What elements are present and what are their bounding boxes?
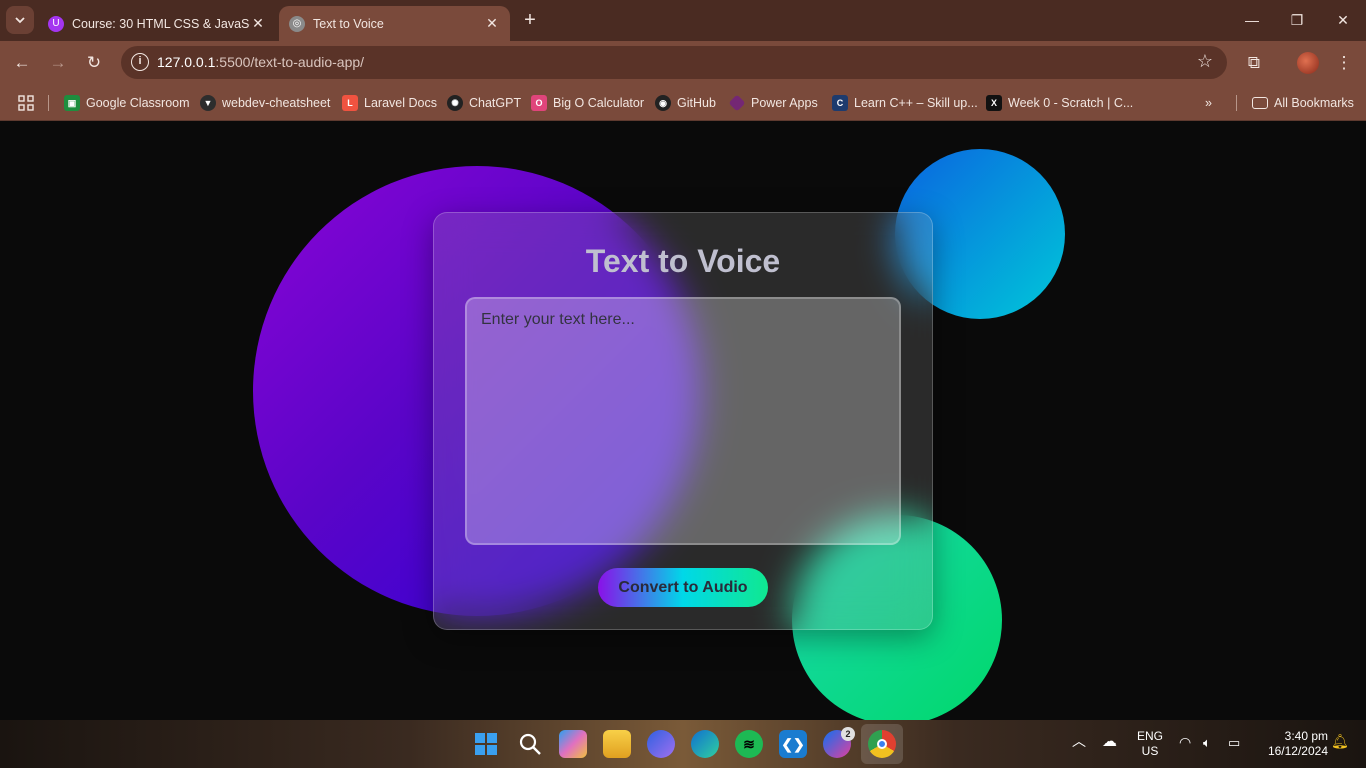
- volume-icon[interactable]: 🔈︎: [1203, 735, 1211, 750]
- tab-title: Course: 30 HTML CSS & JavaScri: [72, 16, 250, 31]
- bookmark-google-classroom[interactable]: ▣ Google Classroom: [64, 93, 190, 113]
- cs50-icon: X: [986, 95, 1002, 111]
- back-button[interactable]: ←: [8, 49, 36, 77]
- bookmark-star-icon[interactable]: ☆: [1197, 51, 1213, 72]
- address-bar[interactable]: i 127.0.0.1:5500/text-to-audio-app/ ☆: [121, 46, 1227, 79]
- clock[interactable]: 3:40 pm 16/12/2024: [1256, 729, 1328, 759]
- tab-close-icon[interactable]: ✕: [484, 15, 500, 32]
- language-label: ENG: [1136, 729, 1163, 743]
- chrome-icon[interactable]: [868, 730, 896, 758]
- cpp-icon: C: [832, 95, 848, 111]
- copilot-icon[interactable]: [559, 730, 587, 758]
- close-window-button[interactable]: ✕: [1328, 8, 1358, 32]
- wifi-icon[interactable]: ◠: [1179, 735, 1191, 750]
- tab-close-icon[interactable]: ✕: [250, 15, 266, 32]
- tab-course[interactable]: U Course: 30 HTML CSS & JavaScri ✕: [38, 6, 276, 41]
- file-explorer-icon[interactable]: [603, 730, 631, 758]
- reload-button[interactable]: ↻: [80, 49, 108, 77]
- github-icon: ◉: [655, 95, 671, 111]
- url-text[interactable]: 127.0.0.1:5500/text-to-audio-app/: [157, 54, 364, 70]
- forward-button[interactable]: →: [44, 49, 72, 77]
- apps-grid-icon[interactable]: [18, 93, 34, 113]
- webdev-icon: ▼: [200, 95, 216, 111]
- bookmark-week-0-scratch[interactable]: X Week 0 - Scratch | C...: [986, 93, 1133, 113]
- minimize-button[interactable]: —: [1237, 8, 1267, 32]
- tab-text-to-voice[interactable]: ◎ Text to Voice ✕: [279, 6, 510, 41]
- language-indicator[interactable]: ENG US: [1136, 729, 1164, 759]
- bookmark-label: Learn C++ – Skill up...: [854, 96, 978, 110]
- laravel-icon: L: [342, 95, 358, 111]
- tab-strip: U Course: 30 HTML CSS & JavaScri ✕ ◎ Tex…: [0, 0, 1366, 41]
- bookmark-label: Big O Calculator: [553, 96, 645, 110]
- clock-date: 16/12/2024: [1267, 744, 1328, 758]
- restore-button[interactable]: ❐: [1282, 8, 1312, 32]
- spotify-icon[interactable]: ≋: [735, 730, 763, 758]
- all-bookmarks-button[interactable]: All Bookmarks: [1252, 93, 1354, 113]
- chevron-down-icon: [15, 17, 25, 24]
- edge-icon[interactable]: [691, 730, 719, 758]
- messenger-badge: 2: [841, 727, 855, 741]
- notification-bell-icon[interactable]: 🔔︎: [1331, 734, 1349, 749]
- big-o-icon: O: [531, 95, 547, 111]
- search-icon[interactable]: [516, 730, 544, 758]
- app-title: Text to Voice: [585, 243, 781, 279]
- menu-icon[interactable]: ⋮: [1330, 49, 1358, 77]
- browser-toolbar: ← → ↻ i 127.0.0.1:5500/text-to-audio-app…: [0, 41, 1366, 85]
- onedrive-cloud-icon[interactable]: ☁: [1102, 734, 1117, 749]
- extensions-icon[interactable]: ⧉: [1240, 49, 1268, 77]
- convert-to-audio-button[interactable]: Convert to Audio: [598, 568, 768, 607]
- photos-icon[interactable]: [647, 730, 675, 758]
- bookmark-learn-cpp[interactable]: C Learn C++ – Skill up...: [832, 93, 978, 113]
- bookmark-laravel-docs[interactable]: L Laravel Docs: [342, 93, 437, 113]
- bookmark-label: Week 0 - Scratch | C...: [1008, 96, 1134, 110]
- bookmarks-divider: [1236, 95, 1237, 111]
- power-apps-icon: [728, 94, 746, 112]
- show-hidden-icons-chevron-icon[interactable]: ︿: [1072, 734, 1086, 749]
- battery-icon[interactable]: ▭: [1228, 735, 1240, 750]
- udemy-icon: U: [48, 15, 64, 32]
- more-bookmarks-chevron-icon[interactable]: »: [1205, 93, 1212, 113]
- url-host: 127.0.0.1: [157, 54, 216, 70]
- region-label: US: [1141, 744, 1159, 758]
- bookmark-label: Power Apps: [751, 96, 818, 110]
- profile-avatar[interactable]: [1297, 52, 1319, 74]
- bookmark-label: GitHub: [677, 96, 716, 110]
- folder-icon: [1252, 97, 1268, 109]
- page-content: Text to Voice Convert to Audio: [0, 121, 1366, 720]
- bookmark-github[interactable]: ◉ GitHub: [655, 93, 716, 113]
- tab-search-button[interactable]: [6, 6, 34, 34]
- screen: U Course: 30 HTML CSS & JavaScri ✕ ◎ Tex…: [0, 0, 1366, 768]
- bookmark-label: Google Classroom: [86, 96, 190, 110]
- bookmark-webdev-cheatsheet[interactable]: ▼ webdev-cheatsheet: [200, 93, 330, 113]
- bookmark-label: Laravel Docs: [364, 96, 437, 110]
- bookmark-label: webdev-cheatsheet: [222, 96, 331, 110]
- bookmark-chatgpt[interactable]: ✺ ChatGPT: [447, 93, 521, 113]
- chatgpt-icon: ✺: [447, 95, 463, 111]
- site-info-icon[interactable]: i: [131, 53, 149, 71]
- url-path: :5500/text-to-audio-app/: [215, 54, 365, 70]
- globe-icon: ◎: [289, 15, 305, 32]
- google-classroom-icon: ▣: [64, 95, 80, 111]
- text-input[interactable]: [465, 297, 901, 545]
- clock-time: 3:40 pm: [1284, 729, 1328, 743]
- bookmarks-bar: ▣ Google Classroom ▼ webdev-cheatsheet L La…: [0, 85, 1366, 121]
- all-bookmarks-label: All Bookmarks: [1274, 96, 1354, 110]
- taskbar: ≋ ❮❯ 2 ︿ ☁ ENG US ◠ 🔈︎ ▭ 3:40 pm 16/12/2…: [0, 720, 1366, 768]
- glass-card: Text to Voice Convert to Audio: [433, 212, 933, 630]
- vscode-icon[interactable]: ❮❯: [779, 730, 807, 758]
- bookmark-power-apps[interactable]: Power Apps: [728, 93, 818, 113]
- new-tab-button[interactable]: +: [518, 9, 542, 33]
- tab-title: Text to Voice: [313, 16, 384, 31]
- bookmarks-divider: [48, 95, 49, 111]
- windows-start-icon[interactable]: [472, 730, 500, 758]
- bookmark-label: ChatGPT: [469, 96, 522, 110]
- bookmark-big-o-calculator[interactable]: O Big O Calculator: [531, 93, 644, 113]
